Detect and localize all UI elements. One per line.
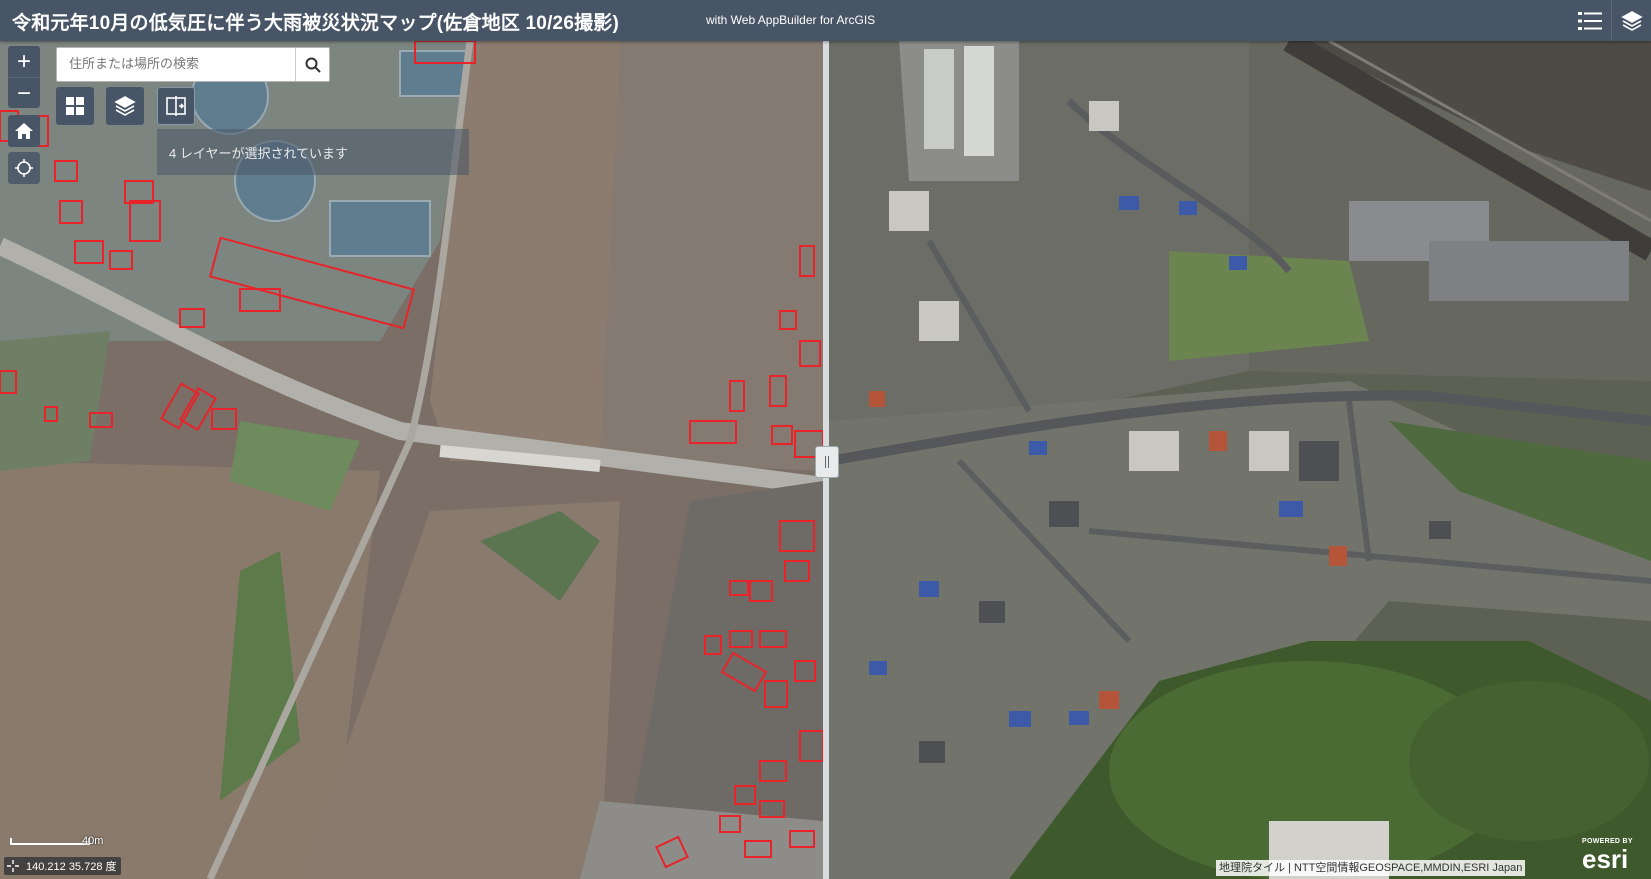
app-header: 令和元年10月の低気圧に伴う大雨被災状況マップ(佐倉地区 10/26撮影) wi… [0, 0, 1651, 41]
search-button[interactable] [295, 48, 329, 81]
locate-icon [15, 159, 33, 177]
search-box [56, 47, 330, 82]
app-title: 令和元年10月の低気圧に伴う大雨被災状況マップ(佐倉地区 10/26撮影) [12, 13, 620, 34]
home-icon [15, 123, 33, 139]
swipe-tool-button[interactable] [157, 87, 195, 125]
scale-bar-label: 40m [82, 835, 104, 847]
swipe-icon [166, 96, 186, 116]
legend-list-icon [1578, 11, 1602, 30]
swipe-layer-tooltip: 4 レイヤーが選択されています [157, 129, 469, 175]
coordinate-text: 140.212 35.728 度 [26, 861, 117, 873]
esri-logo: POWERED BY esri [1582, 838, 1633, 872]
layers-stack-icon [1621, 10, 1643, 31]
grid-icon [66, 97, 84, 115]
layers-icon [114, 96, 136, 116]
swipe-handle[interactable] [815, 446, 839, 478]
scale-bar [10, 838, 90, 845]
map-right-reference-imagery[interactable] [829, 41, 1651, 879]
layer-list-header-button[interactable] [1611, 0, 1651, 41]
app-subtitle: with Web AppBuilder for ArcGIS [706, 13, 876, 27]
home-button[interactable] [8, 115, 40, 147]
esri-brand: esri [1582, 844, 1629, 874]
search-icon [305, 57, 321, 73]
coordinate-display[interactable]: 140.212 35.728 度 [4, 857, 121, 875]
zoom-control: + − [8, 46, 40, 108]
zoom-in-button[interactable]: + [8, 46, 40, 77]
crosshair-icon[interactable] [6, 859, 20, 873]
basemap-gallery-button[interactable] [56, 87, 94, 125]
map-attribution: 地理院タイル | NTT空間情報GEOSPACE,MMDIN,ESRI Japa… [1216, 860, 1526, 876]
layer-list-button[interactable] [106, 87, 144, 125]
legend-button[interactable] [1570, 0, 1610, 41]
locate-button[interactable] [8, 152, 40, 184]
zoom-out-button[interactable]: − [8, 77, 40, 109]
swipe-tooltip-text: 4 レイヤーが選択されています [169, 146, 349, 161]
search-input[interactable] [57, 48, 305, 79]
